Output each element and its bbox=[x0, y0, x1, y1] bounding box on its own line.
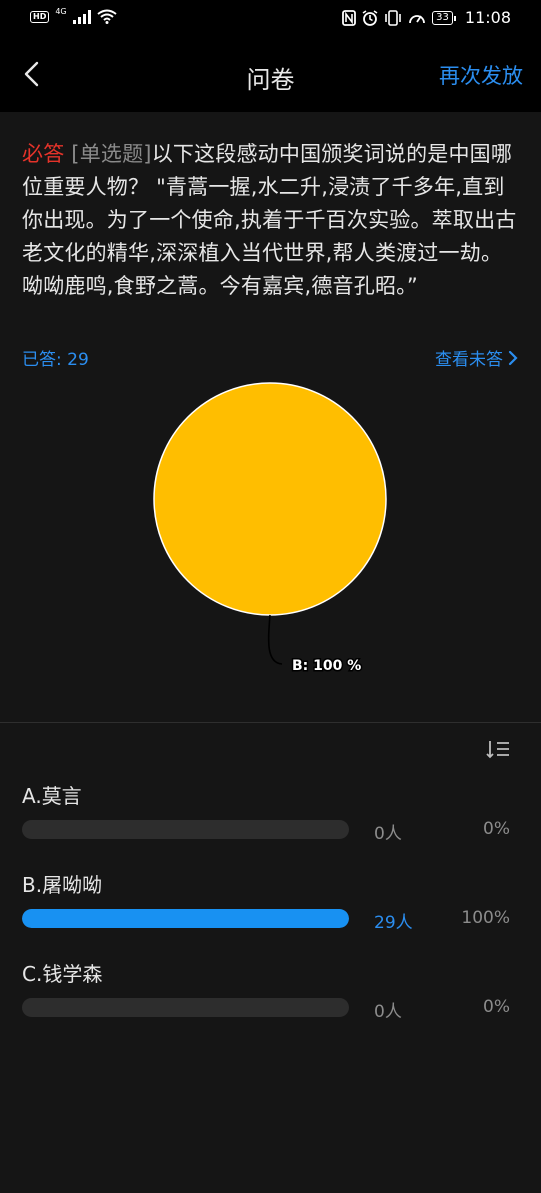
option-percent: 0% bbox=[483, 819, 510, 839]
option-count: 29人 bbox=[374, 913, 413, 933]
nfc-icon bbox=[342, 9, 357, 26]
chevron-right-icon bbox=[508, 350, 518, 365]
pie-chart-container: B: 100 % bbox=[0, 382, 541, 712]
nav-bar: 问卷 再次发放 bbox=[0, 40, 541, 112]
option-row[interactable]: C.钱学森 0人 0% bbox=[22, 958, 522, 1022]
status-right: 33 11:08 bbox=[342, 8, 511, 27]
redistribute-button[interactable]: 再次发放 bbox=[439, 60, 523, 90]
survey-result-content: 必答 [单选题]以下这段感动中国颁奖词说的是中国哪位重要人物？ "青蒿一握,水二… bbox=[0, 112, 541, 1193]
hd-indicator: HD bbox=[30, 10, 50, 23]
option-label: C.钱学森 bbox=[22, 962, 103, 986]
view-unanswered-link[interactable]: 查看未答 bbox=[435, 345, 519, 370]
option-progress-track bbox=[22, 820, 349, 839]
vibrate-icon bbox=[385, 9, 401, 26]
option-progress-track bbox=[22, 909, 349, 928]
option-count: 0人 bbox=[374, 824, 402, 844]
option-label: A.莫言 bbox=[22, 784, 82, 808]
network-indicator: 4G bbox=[55, 7, 67, 16]
wifi-icon bbox=[97, 9, 117, 24]
divider bbox=[0, 722, 541, 723]
option-percent: 0% bbox=[483, 997, 510, 1017]
option-percent: 100% bbox=[461, 908, 510, 928]
required-tag: 必答 bbox=[22, 142, 65, 166]
status-bar: HD 4G 33 11:08 bbox=[0, 0, 541, 40]
status-left: HD 4G bbox=[30, 7, 117, 24]
question-type-tag: [单选题] bbox=[71, 142, 152, 166]
view-unanswered-label: 查看未答 bbox=[435, 350, 503, 370]
pie-slice-label: B: 100 % bbox=[292, 658, 361, 674]
status-time: 11:08 bbox=[464, 8, 511, 27]
option-progress-track bbox=[22, 998, 349, 1017]
answered-count: 已答: 29 bbox=[22, 350, 89, 370]
pie-leader-line bbox=[267, 614, 283, 665]
signal-icon bbox=[72, 9, 91, 24]
battery-indicator: 33 bbox=[432, 10, 456, 25]
option-row[interactable]: A.莫言 0人 0% bbox=[22, 780, 522, 844]
question-text-block: 必答 [单选题]以下这段感动中国颁奖词说的是中国哪位重要人物？ "青蒿一握,水二… bbox=[22, 138, 522, 303]
pie-slice-b bbox=[153, 382, 387, 616]
sort-icon[interactable] bbox=[485, 737, 511, 763]
option-row[interactable]: B.屠呦呦 29人 100% bbox=[22, 869, 522, 933]
option-count: 0人 bbox=[374, 1002, 402, 1022]
option-progress-fill bbox=[22, 909, 349, 928]
pie-chart: B: 100 % bbox=[153, 382, 387, 676]
alarm-icon bbox=[362, 9, 378, 26]
option-label: B.屠呦呦 bbox=[22, 873, 103, 897]
speed-icon bbox=[409, 14, 426, 23]
